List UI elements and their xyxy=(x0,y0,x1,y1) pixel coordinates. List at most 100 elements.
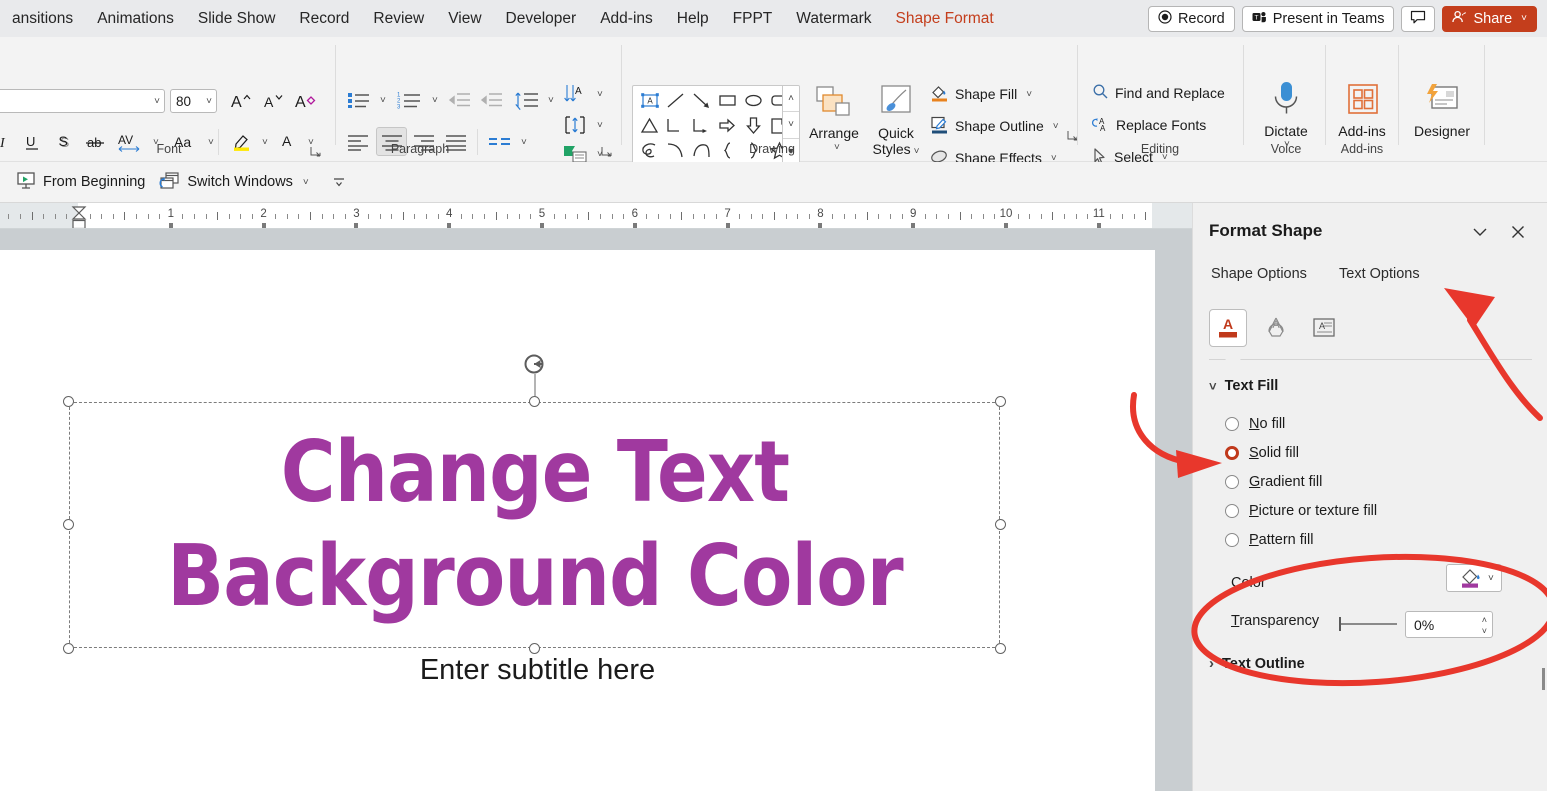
line-spacing-chevron-icon[interactable]: ˅ xyxy=(545,95,554,106)
ribbon-tab-shape-format[interactable]: Shape Format xyxy=(884,4,1006,34)
text-direction-chevron-icon[interactable]: ˅ xyxy=(594,89,603,100)
chevron-down-icon[interactable]: ˅ xyxy=(151,96,160,107)
radio-indicator[interactable] xyxy=(1225,533,1239,547)
ribbon-tab-review[interactable]: Review xyxy=(361,4,436,34)
decrease-font-size-button[interactable]: A xyxy=(258,88,286,114)
rectangle-icon[interactable] xyxy=(714,88,740,113)
radio-solid-fill[interactable]: Solid fill xyxy=(1225,445,1299,461)
resize-handle-top-right[interactable] xyxy=(995,396,1006,407)
resize-handle-bottom-right[interactable] xyxy=(995,643,1006,654)
text-fill-and-outline-icon[interactable]: A xyxy=(1209,309,1247,347)
align-text-chevron-icon[interactable]: ˅ xyxy=(594,120,603,131)
spinner-up-icon[interactable]: ˄ xyxy=(1482,615,1487,625)
panel-resize-grip[interactable] xyxy=(1542,668,1545,690)
clear-formatting-button[interactable]: A xyxy=(292,88,320,114)
arrow-icon[interactable] xyxy=(688,88,714,113)
resize-handle-top-left[interactable] xyxy=(63,396,74,407)
radio-indicator[interactable] xyxy=(1225,417,1239,431)
radio-pattern-fill[interactable]: Pattern fill xyxy=(1225,532,1313,548)
ribbon-tab-slide-show[interactable]: Slide Show xyxy=(186,4,288,34)
oval-icon[interactable] xyxy=(740,88,766,113)
designer-button[interactable] xyxy=(1421,79,1463,119)
radio-indicator[interactable] xyxy=(1225,446,1239,460)
comments-button[interactable] xyxy=(1401,5,1436,32)
shape-fill-chevron-icon[interactable]: ˅ xyxy=(1023,89,1032,100)
ribbon-tab-add-ins[interactable]: Add-ins xyxy=(588,4,665,34)
down-arrow-icon[interactable] xyxy=(740,113,766,138)
slide[interactable]: Change Text Background Color Enter subti… xyxy=(0,250,1155,791)
ribbon-tab-record[interactable]: Record xyxy=(287,4,361,34)
spinner-down-icon[interactable]: ˅ xyxy=(1482,626,1487,636)
dictate-button[interactable] xyxy=(1266,79,1306,119)
record-button[interactable]: Record xyxy=(1147,5,1235,32)
panel-collapse-button[interactable] xyxy=(1471,223,1489,246)
ribbon-tab-animations[interactable]: Animations xyxy=(85,4,186,34)
font-size-combo[interactable]: 80 ˅ xyxy=(170,89,217,113)
transparency-slider-thumb[interactable] xyxy=(1339,617,1341,631)
shape-outline-button[interactable]: Shape Outline ˅ xyxy=(930,115,1059,137)
elbow-arrow-icon[interactable] xyxy=(688,113,714,138)
transparency-spinner-arrows[interactable]: ˄ ˅ xyxy=(1482,615,1487,636)
radio-picture-or-texture-fill[interactable]: Picture or texture fill xyxy=(1225,503,1377,519)
indent-marker-icon[interactable] xyxy=(70,205,88,228)
ribbon-tab-help[interactable]: Help xyxy=(665,4,721,34)
numbering-chevron-icon[interactable]: ˅ xyxy=(429,95,438,106)
elbow-connector-icon[interactable] xyxy=(662,113,688,138)
shape-outline-chevron-icon[interactable]: ˅ xyxy=(1050,121,1059,132)
share-button[interactable]: Share ˅ xyxy=(1442,5,1537,32)
radio-indicator[interactable] xyxy=(1225,504,1239,518)
resize-handle-middle-left[interactable] xyxy=(63,519,74,530)
bullets-chevron-icon[interactable]: ˅ xyxy=(377,95,386,106)
ribbon-tab-watermark[interactable]: Watermark xyxy=(784,4,883,34)
font-name-combo[interactable]: d ˅ xyxy=(0,89,165,113)
shapes-scroll-down-icon[interactable]: ˅ xyxy=(783,112,799,139)
resize-handle-bottom-center[interactable] xyxy=(528,643,540,654)
rotate-handle-icon[interactable] xyxy=(522,352,548,378)
triangle-icon[interactable] xyxy=(636,113,662,138)
ribbon-tab-ansitions[interactable]: ansitions xyxy=(0,4,85,34)
horizontal-ruler[interactable]: 1 2 3 4 5 6 7 8 9 10 11 xyxy=(0,203,1192,229)
shapes-scroll-up-icon[interactable]: ˄ xyxy=(783,86,799,113)
increase-font-size-button[interactable]: A xyxy=(226,88,254,114)
add-ins-button[interactable] xyxy=(1344,79,1382,119)
line-spacing-button[interactable] xyxy=(512,87,542,113)
bullets-button[interactable] xyxy=(344,87,374,113)
radio-indicator[interactable] xyxy=(1225,475,1239,489)
transparency-spinbox[interactable]: 0% ˄ ˅ xyxy=(1405,611,1493,638)
ribbon-tab-view[interactable]: View xyxy=(436,4,493,34)
resize-handle-middle-right[interactable] xyxy=(995,519,1006,530)
tab-shape-options[interactable]: Shape Options xyxy=(1211,266,1307,282)
color-picker-chevron-icon[interactable]: ˅ xyxy=(1485,573,1494,584)
textbox-layout-icon[interactable]: A xyxy=(1305,309,1343,347)
present-in-teams-button[interactable]: T Present in Teams xyxy=(1241,5,1395,32)
radio-no-fill[interactable]: No fill xyxy=(1225,416,1285,432)
text-direction-button[interactable]: A xyxy=(560,81,590,107)
find-and-replace-button[interactable]: Find and Replace xyxy=(1092,83,1225,103)
title-textbox-border[interactable]: Change Text Background Color xyxy=(69,402,1000,648)
from-beginning-button[interactable]: From Beginning xyxy=(16,171,145,194)
resize-handle-top-center[interactable] xyxy=(528,396,540,407)
transparency-slider-track[interactable] xyxy=(1341,623,1397,625)
increase-indent-button[interactable] xyxy=(478,87,506,113)
tab-text-options[interactable]: Text Options xyxy=(1339,266,1420,282)
share-chevron-icon[interactable]: ˅ xyxy=(1518,13,1527,24)
resize-handle-bottom-left[interactable] xyxy=(63,643,74,654)
radio-gradient-fill[interactable]: Gradient fill xyxy=(1225,474,1322,490)
ribbon-tab-developer[interactable]: Developer xyxy=(494,4,589,34)
chevron-down-icon[interactable]: ˅ xyxy=(203,96,212,107)
textbox-icon[interactable]: A xyxy=(636,88,662,113)
title-placeholder[interactable]: Change Text Background Color xyxy=(63,354,1006,654)
replace-fonts-button[interactable]: AA Replace Fonts xyxy=(1092,115,1206,135)
shape-fill-button[interactable]: Shape Fill ˅ xyxy=(930,83,1032,105)
section-header-text-fill[interactable]: ˅ Text Fill xyxy=(1209,378,1278,394)
block-arrow-icon[interactable] xyxy=(714,113,740,138)
quick-access-overflow-button[interactable] xyxy=(331,175,347,189)
switch-windows-button[interactable]: Switch Windows ˅ xyxy=(159,171,309,194)
text-effects-icon[interactable]: A xyxy=(1257,309,1295,347)
quick-styles-button[interactable] xyxy=(870,83,922,123)
paragraph-dialog-launcher[interactable] xyxy=(600,145,613,158)
panel-close-button[interactable] xyxy=(1509,223,1527,246)
title-text[interactable]: Change Text Background Color xyxy=(167,421,903,629)
switch-windows-chevron-icon[interactable]: ˅ xyxy=(300,177,309,188)
section-header-text-outline[interactable]: › Text Outline xyxy=(1209,655,1305,672)
